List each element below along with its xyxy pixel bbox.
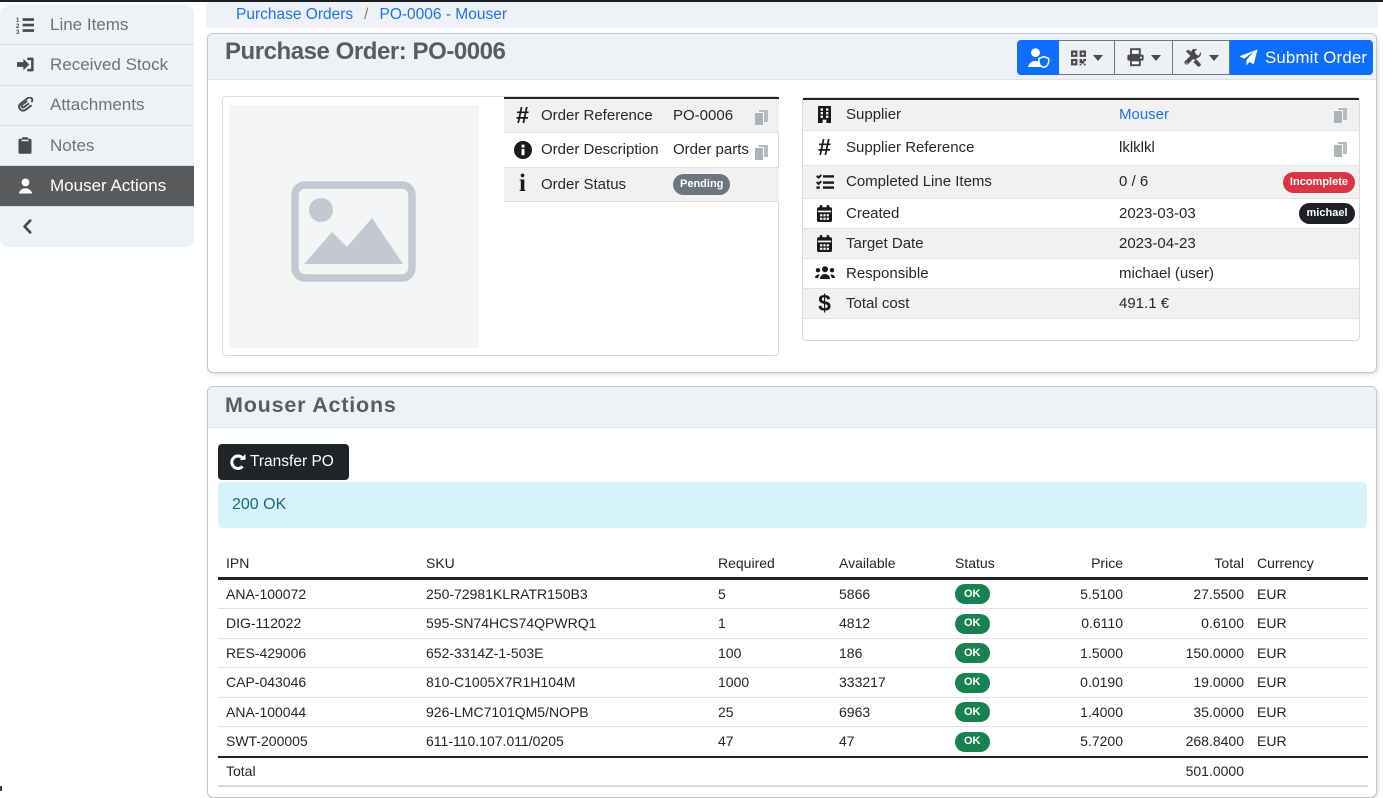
svg-text:3: 3 — [16, 30, 20, 34]
